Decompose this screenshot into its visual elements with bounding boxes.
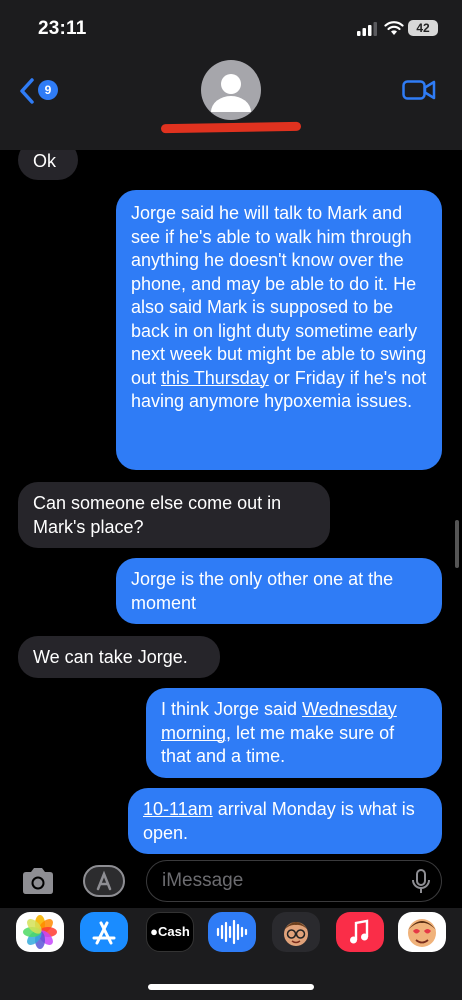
message-bubble-outgoing[interactable]: 10-11am arrival Monday is what is open. — [128, 788, 442, 854]
audio-message-button[interactable] — [208, 912, 256, 952]
app-store-app-button[interactable] — [80, 912, 128, 952]
apple-logo-icon: ● — [150, 924, 159, 939]
message-text: Jorge is the only other one at the momen… — [131, 569, 394, 613]
music-app-button[interactable] — [336, 912, 384, 952]
person-icon — [211, 74, 251, 112]
apple-cash-button[interactable]: ●Cash — [146, 912, 194, 952]
contact-avatar[interactable] — [201, 60, 261, 120]
message-bubble-incoming[interactable]: We can take Jorge. — [18, 636, 220, 678]
app-store-icon — [92, 921, 116, 945]
message-text: I think Jorge said — [161, 699, 303, 719]
audio-message-icon — [216, 919, 248, 945]
home-indicator[interactable] — [148, 984, 314, 990]
unread-badge[interactable]: 9 — [38, 80, 58, 100]
message-bubble-incoming[interactable]: Ok — [18, 150, 78, 180]
message-bubble-outgoing[interactable]: Jorge is the only other one at the momen… — [116, 558, 442, 624]
wifi-icon — [384, 21, 404, 35]
camera-icon[interactable] — [20, 866, 56, 896]
message-text: Jorge said he will talk to Mark and see … — [131, 203, 427, 388]
scrollbar[interactable] — [455, 520, 459, 568]
memoji-stickers-button[interactable] — [398, 912, 446, 952]
message-bubble-outgoing[interactable]: Jorge said he will talk to Mark and see … — [116, 190, 442, 470]
photos-app-button[interactable] — [16, 912, 64, 952]
date-link[interactable]: 10-11am — [143, 799, 213, 819]
date-link[interactable]: this Thursday — [161, 368, 269, 388]
message-bubble-outgoing[interactable]: I think Jorge said Wednesday morning, le… — [146, 688, 442, 778]
memoji-icon — [284, 922, 308, 946]
music-icon — [350, 919, 369, 944]
message-text: Ok — [33, 151, 57, 171]
cash-label: Cash — [158, 924, 190, 939]
cellular-signal-icon — [357, 22, 377, 36]
message-bubble-incoming[interactable]: Can someone else come out in Mark's plac… — [18, 482, 330, 548]
status-bar: 23:11 42 — [0, 0, 462, 54]
message-input-placeholder: iMessage — [162, 870, 244, 891]
message-text: We can take Jorge. — [33, 647, 188, 667]
status-time: 23:11 — [38, 18, 87, 39]
photos-icon — [23, 915, 57, 949]
memoji-stickers-icon — [408, 919, 436, 947]
facetime-video-icon[interactable] — [402, 78, 436, 102]
battery-indicator: 42 — [408, 20, 438, 36]
message-text: Can someone else come out in Mark's plac… — [33, 493, 282, 537]
memoji-app-button[interactable] — [272, 912, 320, 952]
microphone-icon[interactable] — [410, 868, 432, 896]
app-store-drawer-icon[interactable] — [82, 865, 126, 897]
message-thread[interactable]: Ok Jorge said he will talk to Mark and s… — [0, 150, 462, 856]
